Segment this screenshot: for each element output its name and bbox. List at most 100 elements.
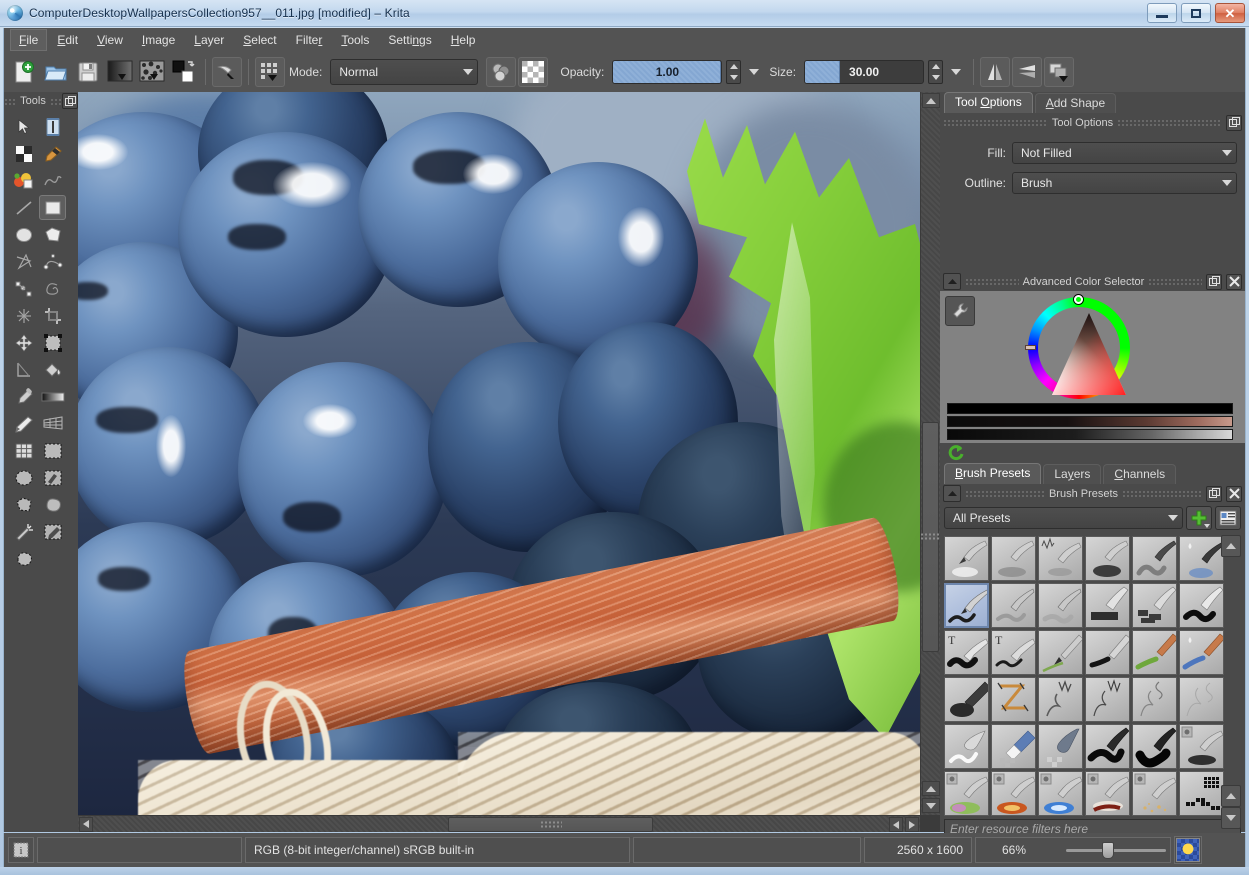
outline-combo[interactable]: Brush <box>1012 172 1237 194</box>
bezier-curve-tool[interactable] <box>39 249 66 274</box>
size-input[interactable]: 30.00 <box>804 60 925 84</box>
size-dropdown-button[interactable] <box>945 69 967 75</box>
docker-grip[interactable] <box>965 490 1045 497</box>
preset-ink-ballpen[interactable] <box>944 583 989 628</box>
color-wheel[interactable] <box>1028 295 1130 399</box>
color-selector-collapse-button[interactable] <box>943 273 961 290</box>
paint-select-tool[interactable] <box>39 465 66 490</box>
add-preset-button[interactable] <box>1186 506 1212 530</box>
menu-tools[interactable]: Tools <box>332 29 378 51</box>
rectangular-select-tool[interactable] <box>39 438 66 463</box>
tab-tool-options[interactable]: Tool Options <box>944 92 1033 113</box>
preset-basic-airbrush[interactable] <box>1085 536 1130 581</box>
rectangle-tool[interactable] <box>39 195 66 220</box>
docker-grip-2[interactable] <box>1148 278 1202 285</box>
color-shade-bars[interactable] <box>947 403 1233 442</box>
tab-brush-presets[interactable]: Brush Presets <box>944 463 1042 484</box>
preset-airbrush-texture[interactable] <box>1179 724 1224 769</box>
workspace-button[interactable] <box>1044 57 1075 87</box>
menu-filter[interactable]: Filter <box>287 29 332 51</box>
menu-file[interactable]: File <box>10 29 48 51</box>
color-selector-reset-button[interactable] <box>947 443 965 461</box>
similar-color-select-tool[interactable] <box>39 519 66 544</box>
preset-ink-tilt-t[interactable]: T <box>991 630 1036 675</box>
opacity-dropdown-button[interactable] <box>743 69 765 75</box>
contiguous-select-tool[interactable] <box>10 546 37 571</box>
shape-select-tool[interactable] <box>10 114 37 139</box>
fill-combo[interactable]: Not Filled <box>1012 142 1237 164</box>
blending-mode-combo[interactable]: Normal <box>330 59 479 85</box>
scroll-left-button[interactable] <box>79 816 93 832</box>
transform-tool[interactable] <box>39 330 66 355</box>
presets-scroll-up-button[interactable] <box>1221 535 1241 557</box>
preset-ink-gpen-soft[interactable] <box>1038 583 1083 628</box>
canvas-overview-thumbnail-button[interactable] <box>1174 836 1202 864</box>
presets-collapse-button[interactable] <box>943 485 961 502</box>
advanced-color-selector[interactable] <box>940 291 1245 443</box>
preset-basic-wet[interactable] <box>1132 536 1177 581</box>
size-stepper[interactable] <box>928 60 944 84</box>
preset-airbrush-soft[interactable] <box>944 536 989 581</box>
polygon-tool[interactable] <box>39 222 66 247</box>
docker-grip[interactable] <box>943 119 1048 126</box>
preset-sketch-zigzag[interactable] <box>991 677 1036 722</box>
vertical-scroll-thumb[interactable] <box>922 422 939 652</box>
scroll-right-button[interactable] <box>905 817 919 832</box>
preset-sketch-loose[interactable] <box>1132 677 1177 722</box>
pattern-edit-tool[interactable] <box>10 141 37 166</box>
opacity-stepper[interactable] <box>726 60 742 84</box>
zoom-slider-thumb[interactable] <box>1102 841 1114 859</box>
docker-grip-2[interactable] <box>1117 119 1222 126</box>
text-tool[interactable] <box>39 114 66 139</box>
menu-edit[interactable]: Edit <box>48 29 87 51</box>
shade-bar-2[interactable] <box>947 416 1233 427</box>
line-tool[interactable] <box>10 195 37 220</box>
gradient-tool[interactable] <box>39 384 66 409</box>
presets-scroll-up-button-2[interactable] <box>1221 785 1241 807</box>
polyline-tool[interactable] <box>10 249 37 274</box>
status-info-button[interactable]: i <box>8 837 34 863</box>
preset-smudge-soft[interactable] <box>944 724 989 769</box>
scroll-left-button-2[interactable] <box>889 817 903 832</box>
open-document-button[interactable] <box>41 57 71 87</box>
mirror-vertical-button[interactable] <box>1012 57 1043 87</box>
mirror-horizontal-button[interactable] <box>980 57 1011 87</box>
brush-preset-button[interactable] <box>212 57 242 87</box>
canvas-vertical-scrollbar[interactable] <box>920 92 940 815</box>
preset-basic-wet-soft[interactable] <box>1179 536 1224 581</box>
preset-ink-marker-thick[interactable] <box>1132 724 1177 769</box>
presets-view-button[interactable] <box>1215 506 1241 530</box>
canvas-horizontal-scrollbar[interactable] <box>78 815 920 832</box>
fill-tool[interactable] <box>39 357 66 382</box>
preset-bristle-ink[interactable] <box>1085 630 1130 675</box>
menu-layer[interactable]: Layer <box>185 29 233 51</box>
canvas-image[interactable] <box>78 92 920 815</box>
brush-settings-button[interactable] <box>255 57 285 87</box>
tab-add-shape[interactable]: Add Shape <box>1034 93 1117 113</box>
color-selector-close-button[interactable] <box>1226 273 1242 290</box>
preset-block-tilt[interactable] <box>944 677 989 722</box>
preset-sketch-faint[interactable] <box>1179 677 1224 722</box>
maximize-button[interactable] <box>1181 3 1211 23</box>
preset-sketch-hatch[interactable] <box>1038 677 1083 722</box>
minimize-button[interactable] <box>1147 3 1177 23</box>
menu-settings[interactable]: Settings <box>379 29 440 51</box>
shade-bar-3[interactable] <box>947 429 1233 440</box>
outline-select-tool[interactable] <box>39 492 66 517</box>
menu-help[interactable]: Help <box>442 29 485 51</box>
tab-channels[interactable]: Channels <box>1103 464 1177 484</box>
preset-ink-marker-thin[interactable] <box>1085 724 1130 769</box>
preset-marker-dry[interactable] <box>1132 583 1177 628</box>
path-edit-tool[interactable] <box>10 276 37 301</box>
color-selector-settings-button[interactable] <box>945 296 975 326</box>
preset-texture-blood[interactable] <box>1085 771 1130 816</box>
measure-tool[interactable] <box>10 357 37 382</box>
gradient-button[interactable] <box>105 57 135 87</box>
color-triangle[interactable] <box>1052 313 1126 395</box>
perspective-grid-tool[interactable] <box>39 411 66 436</box>
preset-bristle-blue[interactable] <box>1179 630 1224 675</box>
preset-texture-fire[interactable] <box>991 771 1036 816</box>
preset-texture-ice[interactable] <box>1038 771 1083 816</box>
ellipse-tool[interactable] <box>10 222 37 247</box>
tab-layers[interactable]: Layers <box>1043 464 1102 484</box>
